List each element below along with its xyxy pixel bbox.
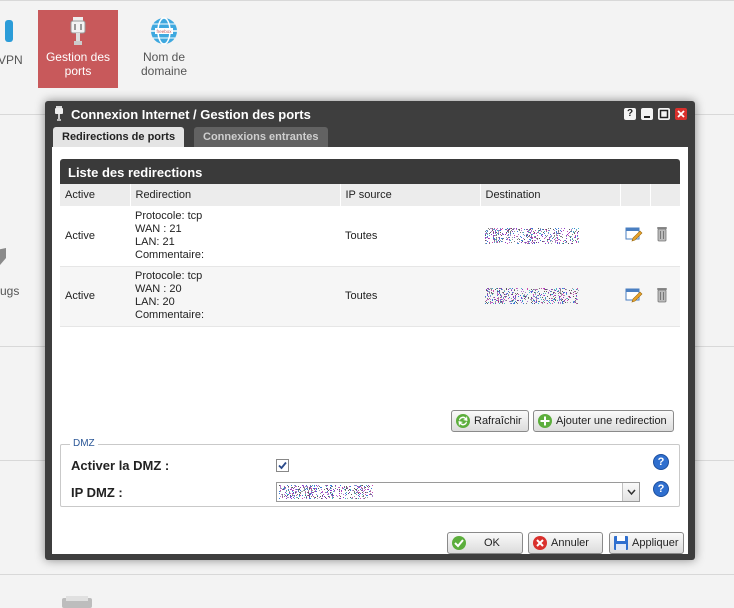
dropdown-arrow[interactable] bbox=[622, 483, 639, 501]
chevron-down-icon bbox=[627, 489, 636, 496]
bg-line bbox=[0, 574, 734, 575]
row-redirection: Protocole: tcp WAN : 21 LAN: 21 Commenta… bbox=[130, 206, 340, 267]
ok-button[interactable]: OK bbox=[447, 532, 523, 554]
row-active: Active bbox=[60, 206, 130, 267]
refresh-label: Rafraîchir bbox=[474, 415, 522, 427]
tab-port-redirections[interactable]: Redirections de ports bbox=[53, 127, 185, 147]
trash-icon[interactable] bbox=[655, 287, 669, 303]
table-row[interactable]: Active Protocole: tcp WAN : 20 LAN: 20 C… bbox=[60, 266, 680, 327]
row-redirection: Protocole: tcp WAN : 20 LAN: 20 Commenta… bbox=[130, 266, 340, 327]
redirections-list: Liste des redirections Active Redirectio… bbox=[60, 159, 681, 440]
row-active: Active bbox=[60, 266, 130, 327]
help-button[interactable]: ? bbox=[624, 108, 636, 120]
tab-incoming-connections[interactable]: Connexions entrantes bbox=[194, 127, 328, 147]
domain-label-line1: Nom de bbox=[142, 50, 186, 64]
ports-label-line2: ports bbox=[64, 64, 92, 78]
plug-icon bbox=[55, 106, 63, 121]
row-protocol: Protocole: tcp bbox=[135, 270, 203, 282]
dmz-enable-help-icon[interactable]: ? bbox=[653, 454, 669, 470]
row-ip-source: Toutes bbox=[340, 206, 480, 267]
row-wan: WAN : 20 bbox=[135, 283, 182, 295]
column-header-ip-source[interactable]: IP source bbox=[340, 184, 481, 206]
dmz-ip-help-icon[interactable]: ? bbox=[653, 481, 669, 497]
maximize-icon bbox=[659, 109, 669, 119]
close-button[interactable] bbox=[675, 108, 687, 120]
list-title: Liste des redirections bbox=[60, 159, 680, 184]
globe-icon: freebox bbox=[151, 17, 177, 45]
check-circle-icon bbox=[452, 536, 466, 550]
dmz-enable-label: Activer la DMZ : bbox=[71, 458, 170, 473]
dmz-enable-checkbox[interactable] bbox=[276, 459, 289, 472]
bg-line bbox=[0, 0, 734, 1]
dialog-title: Connexion Internet / Gestion des ports bbox=[71, 107, 311, 122]
add-icon bbox=[538, 414, 552, 428]
ports-label-line1: Gestion des bbox=[45, 50, 111, 64]
dmz-fieldset: DMZ Activer la DMZ : ? IP DMZ : ? bbox=[60, 438, 680, 507]
cancel-icon bbox=[533, 536, 547, 550]
row-destination bbox=[480, 266, 620, 327]
row-protocol: Protocole: tcp bbox=[135, 209, 203, 222]
refresh-icon bbox=[456, 414, 470, 428]
dmz-ip-label: IP DMZ : bbox=[71, 485, 123, 500]
column-header-redirection[interactable]: Redirection bbox=[130, 184, 341, 206]
printer-icon bbox=[62, 596, 92, 608]
dmz-legend: DMZ bbox=[70, 438, 98, 449]
minimize-button[interactable] bbox=[641, 108, 653, 120]
maximize-button[interactable] bbox=[658, 108, 670, 120]
dialog-content: Liste des redirections Active Redirectio… bbox=[52, 147, 688, 554]
domain-label-line2: domaine bbox=[140, 64, 188, 78]
plug-icon bbox=[70, 17, 86, 45]
edit-cell bbox=[620, 206, 650, 267]
freebox-text: freebox bbox=[156, 29, 172, 34]
ok-label: OK bbox=[484, 537, 500, 549]
column-header-active[interactable]: Active bbox=[60, 184, 131, 206]
row-wan: WAN : 21 bbox=[135, 222, 182, 235]
column-header-destination[interactable]: Destination bbox=[480, 184, 621, 206]
desktop-vpn[interactable]: VPN bbox=[0, 10, 38, 88]
desktop-item-fragment: ugs bbox=[0, 284, 20, 298]
row-lan: LAN: 20 bbox=[135, 296, 175, 308]
redirections-table: Active Redirection IP source Destination… bbox=[60, 184, 681, 327]
row-comment: Commentaire: bbox=[135, 248, 205, 261]
dialog-titlebar[interactable]: Connexion Internet / Gestion des ports ? bbox=[45, 101, 695, 127]
cancel-label: Annuler bbox=[551, 537, 589, 549]
row-ip-source: Toutes bbox=[340, 266, 480, 327]
redacted-destination bbox=[485, 227, 579, 244]
table-header-row: Active Redirection IP source Destination bbox=[60, 184, 681, 206]
row-comment: Commentaire: bbox=[135, 309, 205, 321]
vpn-icon bbox=[5, 20, 13, 42]
refresh-button[interactable]: Rafraîchir bbox=[451, 410, 529, 432]
add-redirection-button[interactable]: Ajouter une redirection bbox=[533, 410, 674, 432]
checkmark-icon bbox=[278, 461, 287, 470]
minimize-icon bbox=[644, 116, 650, 118]
save-icon bbox=[614, 536, 628, 550]
add-redirection-label: Ajouter une redirection bbox=[556, 415, 667, 427]
row-destination bbox=[480, 206, 620, 267]
redacted-dmz-ip bbox=[279, 485, 373, 499]
desktop-domain-name[interactable]: freebox Nom de domaine bbox=[124, 10, 204, 88]
column-header-edit bbox=[620, 184, 651, 206]
cancel-button[interactable]: Annuler bbox=[528, 532, 603, 554]
close-icon bbox=[677, 110, 685, 118]
trash-icon[interactable] bbox=[655, 226, 669, 242]
column-header-delete bbox=[650, 184, 681, 206]
delete-cell bbox=[650, 206, 680, 267]
table-row[interactable]: Active Protocole: tcp WAN : 21 LAN: 21 C… bbox=[60, 206, 680, 267]
edit-cell bbox=[620, 266, 650, 327]
port-management-dialog: Connexion Internet / Gestion des ports ?… bbox=[45, 101, 695, 560]
edit-icon[interactable] bbox=[625, 226, 643, 242]
redacted-destination bbox=[485, 288, 579, 304]
apply-button[interactable]: Appliquer bbox=[609, 532, 684, 554]
vpn-label: VPN bbox=[0, 53, 23, 67]
delete-cell bbox=[650, 266, 680, 327]
edit-icon[interactable] bbox=[625, 287, 643, 303]
desktop-port-management[interactable]: Gestion des ports bbox=[38, 10, 118, 88]
apply-label: Appliquer bbox=[632, 537, 679, 549]
dmz-ip-select[interactable] bbox=[276, 482, 640, 502]
shield-icon bbox=[0, 248, 6, 265]
row-lan: LAN: 21 bbox=[135, 235, 175, 248]
